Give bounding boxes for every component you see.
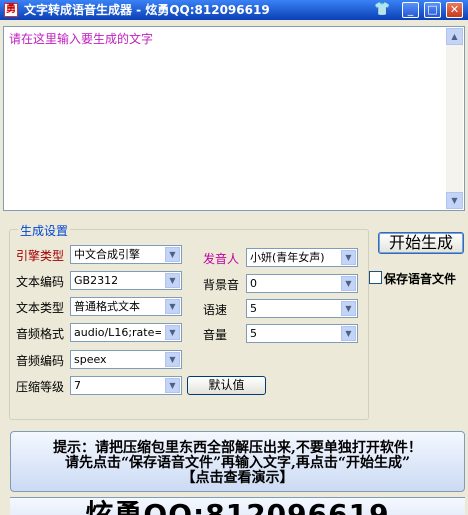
title-bar: 勇 文字转成语音生成器 - 炫勇QQ:812096619 👕 _ □ ✕ bbox=[0, 0, 468, 20]
chevron-down-icon[interactable]: ▼ bbox=[341, 276, 356, 291]
scroll-down-icon[interactable]: ▼ bbox=[446, 192, 463, 209]
tip-line-2: 请先点击“保存语音文件”再输入文字,再点击“开始生成” bbox=[64, 455, 411, 471]
compression-select[interactable]: 7 ▼ bbox=[70, 376, 182, 395]
chevron-down-icon[interactable]: ▼ bbox=[165, 273, 180, 288]
qq-banner[interactable]: 炫勇QQ:812096619 bbox=[10, 497, 465, 515]
maximize-button[interactable]: □ bbox=[424, 2, 441, 18]
encoding-value: GB2312 bbox=[74, 274, 119, 287]
settings-group-title: 生成设置 bbox=[18, 222, 71, 239]
encoding-select[interactable]: GB2312 ▼ bbox=[70, 271, 182, 290]
close-button[interactable]: ✕ bbox=[446, 2, 463, 18]
save-audio-label[interactable]: 保存语音文件 bbox=[384, 270, 456, 287]
audio-format-value: audio/L16;rate= bbox=[74, 326, 161, 339]
start-generate-button[interactable]: 开始生成 bbox=[378, 232, 464, 254]
text-type-label: 文本类型 bbox=[16, 301, 65, 315]
engine-label: 引擎类型 bbox=[16, 249, 65, 263]
engine-value: 中文合成引擎 bbox=[74, 248, 140, 261]
speed-label: 语速 bbox=[203, 303, 228, 317]
scroll-up-icon[interactable]: ▲ bbox=[446, 28, 463, 45]
speed-select[interactable]: 5 ▼ bbox=[246, 299, 358, 318]
volume-value: 5 bbox=[250, 327, 257, 340]
tip-demo-link[interactable]: 【点击查看演示】 bbox=[11, 471, 464, 486]
audio-format-select[interactable]: audio/L16;rate= ▼ bbox=[70, 323, 182, 342]
text-input-placeholder: 请在这里输入要生成的文字 bbox=[9, 32, 154, 46]
audio-codec-value: speex bbox=[74, 353, 107, 366]
tip-panel[interactable]: 提示：请把压缩包里东西全部解压出来,不要单独打开软件！ 请先点击“保存语音文件”… bbox=[10, 431, 465, 492]
text-type-value: 普通格式文本 bbox=[74, 300, 140, 313]
speaker-label: 发音人 bbox=[203, 252, 240, 266]
chevron-down-icon[interactable]: ▼ bbox=[341, 326, 356, 341]
vertical-scrollbar[interactable]: ▲ ▼ bbox=[446, 28, 463, 209]
save-audio-checkbox[interactable] bbox=[369, 271, 382, 284]
minimize-button[interactable]: _ bbox=[402, 2, 419, 18]
engine-select[interactable]: 中文合成引擎 ▼ bbox=[70, 245, 182, 264]
chevron-down-icon[interactable]: ▼ bbox=[165, 247, 180, 262]
chevron-down-icon[interactable]: ▼ bbox=[165, 352, 180, 367]
audio-codec-select[interactable]: speex ▼ bbox=[70, 350, 182, 369]
encoding-label: 文本编码 bbox=[16, 275, 65, 289]
text-type-select[interactable]: 普通格式文本 ▼ bbox=[70, 297, 182, 316]
chevron-down-icon[interactable]: ▼ bbox=[165, 299, 180, 314]
chevron-down-icon[interactable]: ▼ bbox=[165, 325, 180, 340]
text-input-area[interactable]: 请在这里输入要生成的文字 ▲ ▼ bbox=[3, 26, 465, 211]
speed-value: 5 bbox=[250, 302, 257, 315]
default-button[interactable]: 默认值 bbox=[187, 376, 266, 395]
speaker-value: 小妍(青年女声) bbox=[250, 251, 325, 264]
shirt-icon[interactable]: 👕 bbox=[374, 2, 390, 17]
bg-sound-select[interactable]: 0 ▼ bbox=[246, 274, 358, 293]
chevron-down-icon[interactable]: ▼ bbox=[341, 301, 356, 316]
qq-banner-text: 炫勇QQ:812096619 bbox=[85, 498, 390, 515]
tip-line-1: 提示：请把压缩包里东西全部解压出来,不要单独打开软件！ bbox=[53, 440, 422, 456]
bg-sound-value: 0 bbox=[250, 277, 257, 290]
speaker-select[interactable]: 小妍(青年女声) ▼ bbox=[246, 248, 358, 267]
compression-label: 压缩等级 bbox=[16, 380, 65, 394]
volume-select[interactable]: 5 ▼ bbox=[246, 324, 358, 343]
app-icon[interactable]: 勇 bbox=[4, 3, 18, 17]
bg-sound-label: 背景音 bbox=[203, 278, 240, 292]
window-title: 文字转成语音生成器 - 炫勇QQ:812096619 bbox=[24, 3, 270, 17]
chevron-down-icon[interactable]: ▼ bbox=[341, 250, 356, 265]
audio-format-label: 音频格式 bbox=[16, 327, 65, 341]
volume-label: 音量 bbox=[203, 328, 228, 342]
chevron-down-icon[interactable]: ▼ bbox=[165, 378, 180, 393]
audio-codec-label: 音频编码 bbox=[16, 354, 65, 368]
compression-value: 7 bbox=[74, 379, 81, 392]
